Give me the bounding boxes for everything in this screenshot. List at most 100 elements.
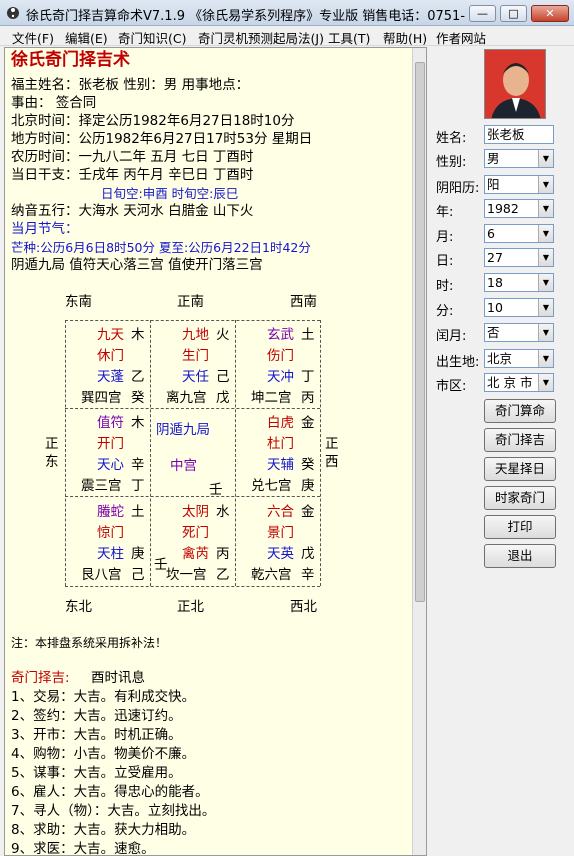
- hour-label: 时:: [436, 279, 454, 294]
- hour-value: 18: [487, 275, 503, 290]
- qimen-select-date-button[interactable]: 奇门择吉: [484, 428, 556, 452]
- choice-time: 酉时讯息: [91, 670, 145, 686]
- close-button[interactable]: ✕: [531, 5, 569, 22]
- scrollbar[interactable]: [412, 48, 426, 855]
- minute-select[interactable]: 10 ▼: [484, 298, 554, 317]
- minute-value: 10: [487, 300, 503, 315]
- menu-file[interactable]: 文件(F): [12, 28, 54, 47]
- menu-author-site[interactable]: 作者网站: [436, 28, 486, 47]
- palace-stem: 辛: [301, 567, 315, 583]
- menu-tools[interactable]: 工具(T): [328, 28, 370, 47]
- exit-button[interactable]: 退出: [484, 544, 556, 568]
- star-date-button[interactable]: 天星择日: [484, 457, 556, 481]
- district-select[interactable]: 北 京 市 ▼: [484, 373, 554, 392]
- palace-star: 天心: [97, 457, 124, 473]
- direction-northwest: 西北: [290, 599, 317, 615]
- palace-star: 天冲: [267, 369, 294, 385]
- chevron-down-icon: ▼: [538, 374, 553, 391]
- palace-god: 白虎: [267, 415, 294, 431]
- menu-prediction-method[interactable]: 奇门灵机预测起局法(J): [198, 28, 324, 47]
- chevron-down-icon: ▼: [538, 225, 553, 242]
- palace-stem: 己: [131, 567, 145, 583]
- grid-line: [65, 320, 320, 321]
- calendar-label: 阴阳历:: [436, 181, 480, 196]
- palace-star-stem: 己: [216, 369, 230, 385]
- year-select[interactable]: 1982 ▼: [484, 199, 554, 218]
- district-label: 市区:: [436, 379, 467, 394]
- palace-door: 伤门: [267, 348, 294, 364]
- grid-line: [65, 586, 320, 587]
- maximize-button[interactable]: □: [500, 5, 527, 22]
- month-select[interactable]: 6 ▼: [484, 224, 554, 243]
- menu-help[interactable]: 帮助(H): [383, 28, 427, 47]
- palace-god-element: 土: [301, 327, 315, 343]
- app-icon: [7, 7, 19, 19]
- palace-stem: 壬: [154, 557, 168, 573]
- month-label: 月:: [436, 230, 454, 245]
- center-ju-label: 阴遁九局: [156, 422, 210, 438]
- hour-qimen-button[interactable]: 时家奇门: [484, 486, 556, 510]
- palace-stem: 癸: [131, 390, 145, 406]
- palace-stem: 壬: [209, 482, 223, 498]
- grid-line: [235, 320, 236, 586]
- palace-god: 九天: [97, 327, 124, 343]
- report-line: 地方时间：公历1982年6月27日17时53分 星期日: [11, 131, 313, 147]
- palace-star: 天辅: [267, 457, 294, 473]
- choice-item: 5、谋事：大吉。立受雇用。: [11, 765, 182, 781]
- palace-star-stem: 辛: [131, 457, 145, 473]
- day-select[interactable]: 27 ▼: [484, 248, 554, 267]
- direction-south: 正南: [177, 294, 204, 310]
- direction-west-2: 西: [325, 454, 339, 470]
- palace-star: 天蓬: [97, 369, 124, 385]
- palace-star: 天英: [267, 546, 294, 562]
- choice-item: 6、雇人：大吉。得忠心的能者。: [11, 784, 209, 800]
- scroll-thumb[interactable]: [415, 62, 425, 602]
- qimen-fortune-button[interactable]: 奇门算命: [484, 399, 556, 423]
- direction-northeast: 东北: [65, 599, 92, 615]
- xunkong-line: 日旬空:申酉 时旬空:辰巳: [101, 186, 239, 201]
- menu-edit[interactable]: 编辑(E): [65, 28, 108, 47]
- print-button[interactable]: 打印: [484, 515, 556, 539]
- direction-east-2: 东: [45, 454, 59, 470]
- palace-god-element: 水: [216, 504, 230, 520]
- palace-god-element: 木: [131, 415, 145, 431]
- palace-star: 禽芮: [182, 546, 209, 562]
- palace-star-stem: 癸: [301, 457, 315, 473]
- palace-stem: 丁: [131, 478, 145, 494]
- birthplace-select[interactable]: 北京 ▼: [484, 349, 554, 368]
- menu-bar: 文件(F) 编辑(E) 奇门知识(C) 奇门灵机预测起局法(J) 工具(T) 帮…: [0, 26, 574, 46]
- palace-door: 生门: [182, 348, 209, 364]
- menu-qimen-knowledge[interactable]: 奇门知识(C): [118, 28, 186, 47]
- grid-line: [65, 320, 66, 586]
- palace-name: 乾六宫: [251, 567, 292, 583]
- direction-east-1: 正: [45, 436, 59, 452]
- palace-god: 值符: [97, 415, 124, 431]
- name-field[interactable]: 张老板: [484, 125, 554, 144]
- chevron-down-icon: ▼: [538, 299, 553, 316]
- hour-select[interactable]: 18 ▼: [484, 273, 554, 292]
- palace-star-stem: 庚: [131, 546, 145, 562]
- palace-god: 九地: [182, 327, 209, 343]
- leap-select[interactable]: 否 ▼: [484, 323, 554, 342]
- palace-star-stem: 丙: [216, 546, 230, 562]
- palace-god: 六合: [267, 504, 294, 520]
- gender-select[interactable]: 男 ▼: [484, 149, 554, 168]
- report-line: 事由： 签合同: [11, 95, 97, 111]
- palace-god: 玄武: [267, 327, 294, 343]
- calendar-select[interactable]: 阳 ▼: [484, 175, 554, 194]
- choice-item: 2、签约：大吉。迅速订约。: [11, 708, 182, 724]
- avatar: [484, 49, 546, 119]
- gender-label: 性别:: [436, 155, 467, 170]
- jieqi-line: 芒种:公历6月6日8时50分 夏至:公历6月22日1时42分: [11, 240, 311, 255]
- choice-title: 奇门择吉:: [11, 670, 70, 686]
- day-value: 27: [487, 250, 503, 265]
- minimize-button[interactable]: —: [469, 5, 496, 22]
- palace-god-element: 金: [301, 504, 315, 520]
- palace-stem: 庚: [301, 478, 315, 494]
- nayin-line: 纳音五行：大海水 天河水 白腊金 山下火: [11, 203, 254, 219]
- chevron-down-icon: ▼: [538, 249, 553, 266]
- palace-star-stem: 丁: [301, 369, 315, 385]
- palace-god-element: 金: [301, 415, 315, 431]
- report-panel[interactable]: 徐氏奇门择吉术 福主姓名：张老板 性别：男 用事地点： 事由： 签合同 北京时间…: [4, 47, 427, 856]
- window-title: 徐氏奇门择吉算命术V7.1.9 《徐氏易学系列程序》专业版 销售电话：0751-…: [26, 9, 466, 24]
